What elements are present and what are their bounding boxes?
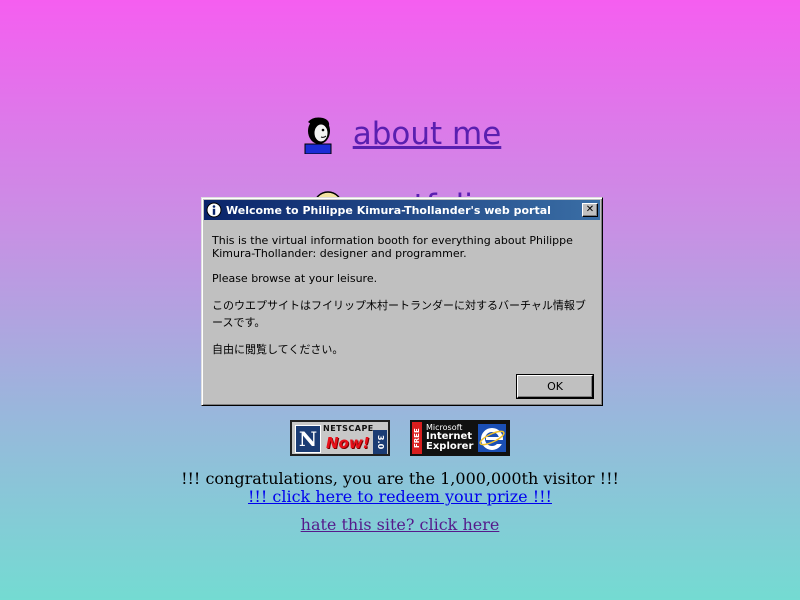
- ie-free-label: FREE: [412, 422, 422, 454]
- netscape-now-badge[interactable]: N NETSCAPE Now! 3.0: [290, 420, 390, 456]
- ie-wordmark: Microsoft Internet Explorer: [426, 423, 473, 452]
- welcome-dialog: Welcome to Philippe Kimura-Thollander's …: [201, 197, 603, 406]
- netscape-now-text: Now!: [326, 434, 370, 452]
- hate-site-link: hate this site? click here: [0, 515, 800, 534]
- redeem-prize-link-text[interactable]: !!! click here to redeem your prize !!!: [248, 487, 552, 506]
- dialog-paragraph-japanese-intro: このウエプサイトはフイリップ木村ートランダーに対するバーチャル情報ブースです。: [212, 299, 586, 329]
- dialog-paragraph-browse: Please browse at your leisure.: [212, 272, 378, 285]
- close-button[interactable]: ✕: [582, 203, 598, 217]
- redeem-prize-link: !!! click here to redeem your prize !!!: [0, 487, 800, 506]
- netscape-version: 3.0: [373, 430, 387, 454]
- nav-about-row[interactable]: about me: [0, 114, 800, 154]
- ok-button[interactable]: OK: [517, 375, 593, 398]
- dialog-paragraph-japanese-browse: 自由に閲覧してください。: [212, 343, 344, 356]
- netscape-n-logo: N: [295, 425, 321, 453]
- browser-badges: N NETSCAPE Now! 3.0 FREE Microsoft Inter…: [0, 420, 800, 456]
- about-me-link[interactable]: about me: [353, 116, 502, 152]
- dialog-paragraph-intro: This is the virtual information booth fo…: [212, 234, 573, 260]
- ie-e-logo-icon: [478, 424, 506, 452]
- netscape-wordmark: NETSCAPE: [323, 424, 374, 433]
- info-icon: [206, 202, 222, 218]
- hate-site-link-text[interactable]: hate this site? click here: [301, 515, 500, 534]
- ie-explorer-text: Explorer: [426, 441, 474, 452]
- dialog-body: This is the virtual information booth fo…: [204, 220, 600, 358]
- internet-explorer-badge[interactable]: FREE Microsoft Internet Explorer: [410, 420, 510, 456]
- dialog-title: Welcome to Philippe Kimura-Thollander's …: [226, 203, 551, 217]
- visitor-congrats-text: !!! congratulations, you are the 1,000,0…: [181, 469, 619, 488]
- person-avatar-icon: [304, 117, 332, 154]
- dialog-titlebar[interactable]: Welcome to Philippe Kimura-Thollander's …: [204, 200, 600, 220]
